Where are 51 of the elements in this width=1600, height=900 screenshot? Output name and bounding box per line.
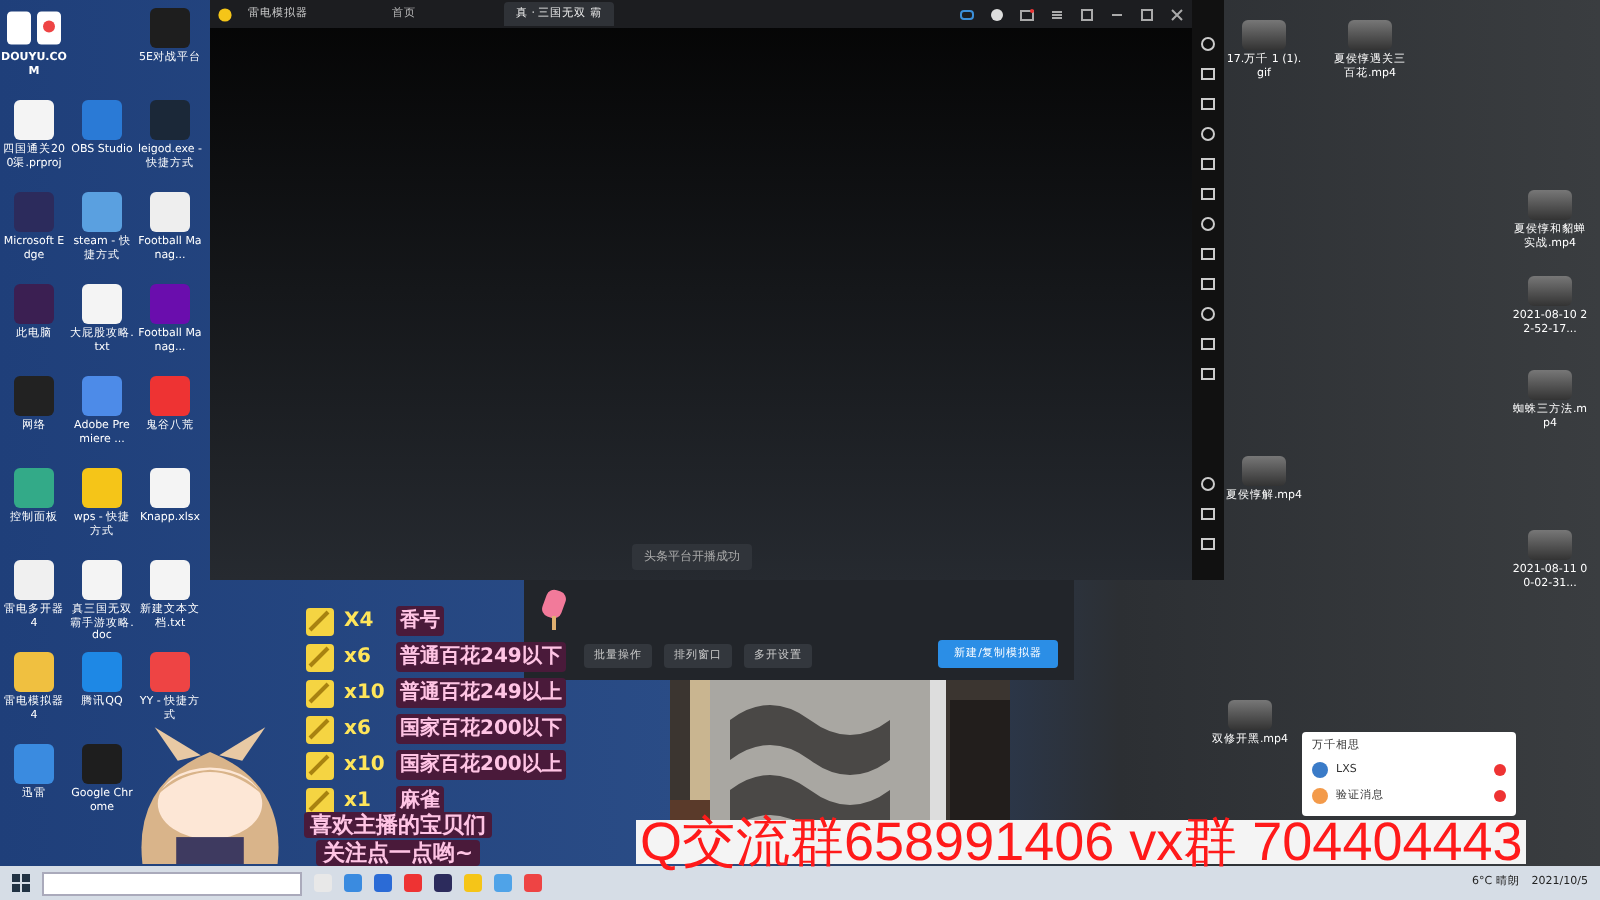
video-thumbnail-icon[interactable] [1528, 190, 1572, 220]
video-thumbnail-icon[interactable] [1528, 276, 1572, 306]
logo-icon[interactable] [4, 8, 64, 48]
gift-label: 普通百花249以上 [396, 678, 566, 708]
menu-icon[interactable] [1050, 7, 1064, 21]
gift-icon [304, 677, 336, 709]
app-icon[interactable] [150, 192, 190, 232]
gift-label: 普通百花249以下 [396, 642, 566, 672]
video-thumbnail-icon[interactable] [1228, 700, 1272, 730]
follow-caption: 关注点一点哟~ [316, 840, 480, 866]
file-icon[interactable] [82, 560, 122, 600]
file-icon[interactable] [150, 468, 190, 508]
app-logo-icon [218, 7, 232, 21]
app-icon[interactable] [82, 192, 122, 232]
gift-label: 国家百花200以下 [396, 714, 566, 744]
gift-icon [304, 713, 336, 745]
app-icon[interactable] [14, 468, 54, 508]
follow-caption: 喜欢主播的宝贝们 [304, 812, 492, 838]
app-icon[interactable] [82, 468, 122, 508]
app-icon[interactable] [14, 652, 54, 692]
video-thumbnail-icon[interactable] [1242, 456, 1286, 486]
start-icon[interactable] [12, 874, 30, 892]
gift-count: x6 [344, 716, 373, 744]
gift-count: x10 [344, 680, 387, 708]
app-icon[interactable] [14, 560, 54, 600]
gift-icon [304, 641, 336, 673]
gift-label: 国家百花200以上 [396, 750, 566, 780]
file-icon[interactable] [82, 284, 122, 324]
gift-icon [304, 785, 336, 817]
gift-icon [304, 605, 336, 637]
gift-count: X4 [344, 608, 376, 636]
gift-count: x6 [344, 644, 373, 672]
gift-icon [304, 749, 336, 781]
mail-icon[interactable] [1020, 7, 1034, 21]
video-thumbnail-icon[interactable] [1348, 20, 1392, 50]
gift-label: 香号 [396, 606, 444, 636]
file-icon[interactable] [14, 100, 54, 140]
video-thumbnail-icon[interactable] [1528, 370, 1572, 400]
search-field[interactable] [42, 871, 302, 895]
gift-count: x10 [344, 752, 387, 780]
maximize-icon[interactable] [1140, 7, 1154, 21]
window-icon[interactable] [1080, 7, 1094, 21]
gift-count: x1 [344, 788, 373, 813]
video-thumbnail-icon[interactable] [1528, 530, 1572, 560]
file-icon[interactable] [150, 560, 190, 600]
avatar-icon[interactable] [990, 7, 1004, 21]
app-icon[interactable] [150, 652, 190, 692]
app-icon[interactable] [150, 376, 190, 416]
popsicle-icon [540, 588, 568, 632]
video-thumbnail-icon[interactable] [1242, 20, 1286, 50]
close-icon[interactable] [1170, 7, 1184, 21]
